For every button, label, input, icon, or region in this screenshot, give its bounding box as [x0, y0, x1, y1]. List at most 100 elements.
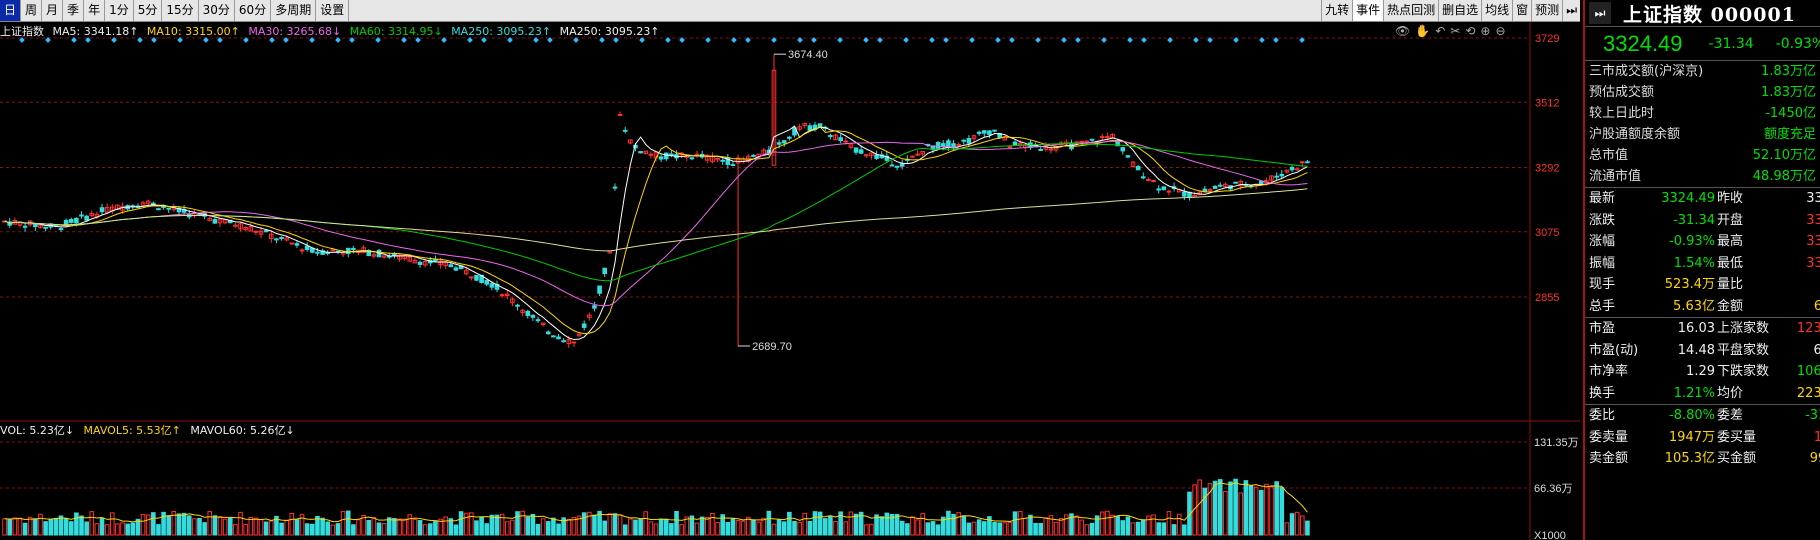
- stat-row: 沪股通额度余额 额度充足: [1585, 124, 1820, 145]
- grid-row: 涨幅 -0.93%最高 3360.18: [1585, 231, 1820, 253]
- candle-body: [1084, 140, 1090, 143]
- grid-label: 下跌家数: [1717, 364, 1770, 379]
- volume-bar: [674, 510, 679, 536]
- candle-body: [1212, 185, 1218, 189]
- grid-value: 3314.18: [1806, 255, 1820, 271]
- stat-value: 48.98万亿: [1752, 169, 1816, 184]
- candle-body: [289, 242, 295, 245]
- volume-bar: [217, 516, 223, 536]
- candle-body: [617, 113, 623, 116]
- price-summary: 3324.49 -31.34 -0.93%: [1585, 27, 1820, 61]
- grid-label: 涨跌: [1589, 212, 1616, 228]
- chart-tool-icon[interactable]: ⟲: [1465, 24, 1475, 38]
- candle-body: [956, 144, 961, 147]
- volume-bar: [366, 519, 372, 536]
- volume-bar: [699, 516, 705, 536]
- candle-body: [853, 147, 859, 153]
- volume-bar: [443, 516, 448, 536]
- grid-label: 卖金额: [1589, 451, 1629, 466]
- volume-bar: [756, 521, 761, 536]
- kline-chart[interactable]: 3729 3512 3292 3075 2855 131.35万 66.36万 X1000 36…: [0, 0, 1580, 540]
- volume-bar: [966, 522, 972, 536]
- candle-body: [1166, 190, 1172, 193]
- volume-bar: [74, 512, 79, 536]
- grid-label: 委差: [1717, 408, 1744, 423]
- candle-body: [1182, 191, 1187, 197]
- stat-row: 总市值 52.10万亿: [1585, 145, 1820, 166]
- chart-tool-icon[interactable]: ⊖: [1495, 24, 1505, 38]
- grid-row: 市盈 16.03上涨家数 1235: [1585, 318, 1820, 340]
- volume-bar: [63, 518, 69, 536]
- volume-bar: [181, 512, 187, 536]
- mavol60-label: MAVOL60: 5.26亿↓: [190, 424, 295, 437]
- grid-label: 量比: [1717, 277, 1744, 292]
- candle-body: [469, 276, 474, 279]
- volume-bar: [197, 517, 202, 536]
- volume-bar: [612, 513, 618, 536]
- volume-bar: [792, 521, 797, 536]
- candle-body: [448, 264, 454, 268]
- volume-bar: [43, 521, 48, 536]
- volume-bar: [1151, 514, 1156, 536]
- volume-bar: [1099, 511, 1105, 536]
- grid-row: 卖金额 105.3亿买金额 99.16亿: [1585, 448, 1820, 470]
- volume-bar: [1223, 490, 1228, 536]
- volume-bar: [581, 512, 587, 536]
- volume-bar: [648, 521, 654, 536]
- grid-row: 现手523.4万量比1.02: [1585, 274, 1820, 296]
- candle-body: [694, 153, 700, 156]
- volume-axis-label: X1000: [1534, 530, 1566, 540]
- volume-bar: [628, 518, 633, 536]
- volume-bar: [525, 516, 531, 536]
- volume-bar: [345, 510, 351, 536]
- chart-tool-icon[interactable]: ↶: [1435, 24, 1445, 38]
- candle-body: [1258, 180, 1264, 185]
- volume-bar: [351, 524, 356, 536]
- grid-label: 总手: [1589, 298, 1616, 314]
- candle-body: [1217, 184, 1223, 187]
- volume-bar: [33, 518, 38, 536]
- volume-bar: [392, 517, 397, 536]
- volume-bar: [27, 516, 33, 536]
- grid-label: 涨幅: [1589, 234, 1616, 249]
- volume-bar: [710, 512, 715, 536]
- volume-bar: [156, 524, 161, 536]
- volume-bar: [279, 522, 284, 536]
- volume-bar: [1043, 517, 1049, 536]
- volume-bar: [566, 518, 572, 536]
- grid-value: 3324.49: [1661, 191, 1715, 206]
- collapse-icon[interactable]: ⏭: [1589, 2, 1611, 24]
- volume-bar: [925, 522, 931, 536]
- volume-bar: [884, 512, 890, 536]
- stat-value: 1.83万亿: [1761, 64, 1816, 79]
- chart-tool-icon[interactable]: ✂: [1450, 24, 1460, 38]
- grid-value: 6966亿: [1813, 298, 1820, 314]
- grid-value: 61: [1813, 342, 1820, 358]
- volume-bar: [1110, 514, 1115, 536]
- chart-tool-icon[interactable]: ✋: [1415, 24, 1430, 38]
- candle-body: [279, 237, 284, 240]
- candle-body: [910, 155, 915, 158]
- quote-panel: ⏭ 上证指数 000001 3324.49 -31.34 -0.93% 三市成交…: [1583, 0, 1820, 540]
- candle-body: [976, 131, 982, 135]
- chart-tool-icon[interactable]: ⊕: [1480, 24, 1490, 38]
- index-name: 上证指数: [0, 25, 44, 38]
- volume-bar: [233, 524, 238, 536]
- volume-bar: [1105, 510, 1110, 536]
- candle-body: [1156, 188, 1161, 191]
- volume-bar: [510, 519, 515, 536]
- candle-body: [304, 245, 310, 251]
- volume-bar: [494, 514, 500, 536]
- candle-body: [894, 165, 900, 168]
- volume-bar: [930, 521, 936, 536]
- candle-body: [545, 331, 551, 335]
- volume-bar: [1258, 489, 1264, 536]
- candle-body: [1289, 166, 1295, 171]
- candle-body: [946, 140, 951, 148]
- grid-label: 换手: [1589, 385, 1616, 401]
- candle-body: [935, 142, 941, 149]
- volume-bar: [53, 518, 59, 536]
- volume-bar: [12, 517, 18, 536]
- chart-tool-icon[interactable]: 👁: [1395, 24, 1410, 38]
- volume-bar: [1125, 516, 1131, 536]
